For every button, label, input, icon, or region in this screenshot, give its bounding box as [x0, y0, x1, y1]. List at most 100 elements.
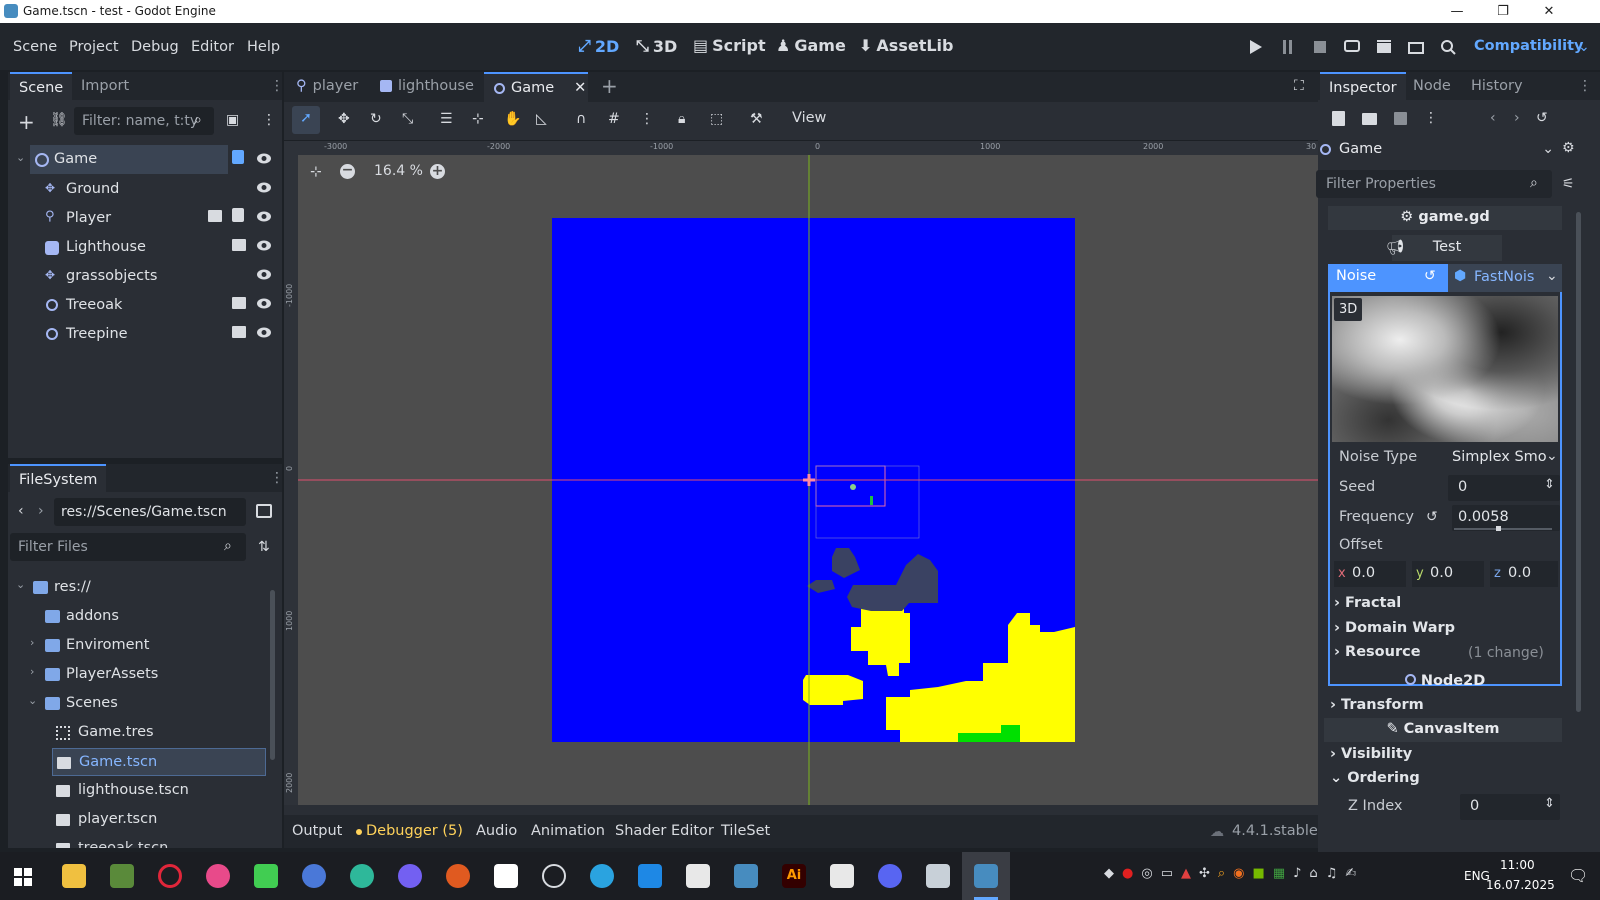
- visibility-eye-icon[interactable]: [256, 298, 272, 309]
- tray-app-icon[interactable]: ▲: [1181, 866, 1191, 881]
- node-settings-icon[interactable]: ⚙: [1562, 140, 1575, 156]
- 3d-preview-toggle[interactable]: 3D: [1334, 298, 1363, 321]
- movie-maker-icon[interactable]: [1438, 39, 1458, 55]
- scale-tool-icon[interactable]: ⤡: [402, 111, 413, 127]
- script-section-header[interactable]: ⚙ game.gd: [1328, 206, 1562, 230]
- tab-inspector[interactable]: Inspector: [1320, 72, 1406, 100]
- windows-start-icon[interactable]: [14, 868, 32, 886]
- scene-node-ground[interactable]: ✥ Ground: [40, 175, 278, 204]
- clock-date[interactable]: 16.07.2025: [1486, 878, 1555, 892]
- visibility-eye-icon[interactable]: [256, 211, 272, 222]
- smart-snap-icon[interactable]: ∩: [576, 111, 586, 127]
- filesystem-scrollbar[interactable]: [270, 590, 275, 760]
- tray-network-icon[interactable]: ✣: [1199, 866, 1210, 881]
- rotate-tool-icon[interactable]: ↻: [370, 111, 382, 127]
- editor-tab-player[interactable]: ⚲ player: [296, 78, 358, 94]
- workspace-game-button[interactable]: ♟ Game: [776, 36, 846, 55]
- new-tab-icon[interactable]: +: [601, 74, 618, 98]
- load-resource-icon[interactable]: [1362, 113, 1377, 125]
- transform-section[interactable]: › Transform: [1330, 697, 1424, 713]
- menu-help[interactable]: Help: [247, 39, 280, 55]
- visibility-eye-icon[interactable]: [256, 269, 272, 280]
- forward-arrow-icon[interactable]: ›: [38, 503, 44, 519]
- tray-search-icon[interactable]: ⌕: [1218, 866, 1225, 881]
- inspected-object-selector[interactable]: Game ⌄: [1318, 136, 1554, 162]
- seed-spinbox[interactable]: 0 ⇕: [1448, 475, 1560, 501]
- workspace-script-button[interactable]: ▤ Script: [693, 36, 766, 55]
- menu-editor[interactable]: Editor: [191, 39, 234, 55]
- editor-tab-game[interactable]: Game ✕: [484, 72, 588, 102]
- close-window-button[interactable]: ✕: [1526, 0, 1572, 23]
- burger-app-icon[interactable]: [446, 864, 470, 888]
- dock-menu-icon[interactable]: ⋮: [1578, 78, 1592, 94]
- revert-icon[interactable]: ↺: [1426, 509, 1438, 525]
- move-tool-icon[interactable]: ✥: [338, 111, 350, 127]
- dock-menu-icon[interactable]: ⋮: [270, 78, 284, 94]
- history-back-icon[interactable]: ‹: [1490, 110, 1496, 126]
- bottom-tab-debugger[interactable]: Debugger (5): [366, 823, 463, 839]
- visibility-eye-icon[interactable]: [256, 153, 272, 164]
- filter-properties-input[interactable]: Filter Properties ⌕: [1316, 170, 1552, 198]
- domain-warp-section[interactable]: › Domain Warp: [1334, 620, 1455, 636]
- tray-game-icon[interactable]: ◆: [1104, 866, 1114, 881]
- fs-folder-playerassets[interactable]: › PlayerAssets: [28, 661, 266, 689]
- z-index-spinbox[interactable]: 0 ⇕: [1460, 794, 1560, 820]
- back-arrow-icon[interactable]: ‹: [18, 503, 24, 519]
- inkscape-icon[interactable]: [686, 864, 710, 888]
- visibility-eye-icon[interactable]: [256, 182, 272, 193]
- update-spinner-icon[interactable]: ☁: [1210, 824, 1224, 840]
- fs-file-game-tres[interactable]: Game.tres: [52, 719, 266, 747]
- test-button[interactable]: 📢︎ Test: [1386, 235, 1502, 261]
- object-history-icon[interactable]: ↺: [1536, 110, 1548, 126]
- bottom-tab-shader-editor[interactable]: Shader Editor: [615, 823, 714, 839]
- minecraft-icon[interactable]: [110, 864, 134, 888]
- resource-options-icon[interactable]: ⋮: [1424, 110, 1438, 126]
- frequency-slider[interactable]: 0.0058: [1452, 505, 1560, 531]
- clock-time[interactable]: 11:00: [1500, 858, 1535, 872]
- restore-button[interactable]: ❐: [1480, 0, 1526, 23]
- fs-folder-res[interactable]: ⌄ res://: [16, 574, 266, 602]
- select-tool-icon[interactable]: ➚: [292, 106, 320, 134]
- inspector-options-icon[interactable]: ⚟: [1562, 176, 1575, 192]
- tray-nvidia-icon[interactable]: ■: [1253, 866, 1265, 881]
- grid-snap-icon[interactable]: #: [608, 111, 620, 127]
- qt-creator-icon[interactable]: [254, 864, 278, 888]
- menu-project[interactable]: Project: [69, 39, 119, 55]
- zoom-in-icon[interactable]: +: [430, 164, 445, 179]
- fs-file-treeoak-tscn[interactable]: treeoak.tscn: [52, 835, 266, 848]
- tray-store-icon[interactable]: ▦: [1273, 866, 1285, 881]
- open-scene-icon[interactable]: [208, 210, 222, 222]
- editor-tab-lighthouse[interactable]: lighthouse: [380, 78, 474, 94]
- bottom-tab-tileset[interactable]: TileSet: [721, 823, 770, 839]
- distraction-free-icon[interactable]: ⛶: [1294, 78, 1304, 94]
- file-explorer-icon[interactable]: [62, 864, 86, 888]
- pan-tool-icon[interactable]: ✋: [504, 111, 521, 127]
- lock-icon[interactable]: 🔒︎: [678, 111, 685, 127]
- noise-resource-picker[interactable]: ⬢ FastNois ⌄: [1448, 264, 1562, 292]
- tab-filesystem[interactable]: FileSystem: [10, 464, 107, 492]
- tab-scene[interactable]: Scene: [10, 72, 73, 100]
- save-resource-icon[interactable]: [1394, 112, 1407, 125]
- pivot-tool-icon[interactable]: ⊹: [472, 111, 484, 127]
- github-desktop-icon[interactable]: [350, 864, 374, 888]
- renderer-dropdown[interactable]: Compatibility: [1474, 38, 1583, 54]
- fs-file-player-tscn[interactable]: player.tscn: [52, 806, 266, 834]
- view-menu-button[interactable]: View: [792, 110, 826, 126]
- illustrator-icon[interactable]: Ai: [782, 864, 806, 888]
- instance-scene-icon[interactable]: ⛓: [50, 112, 68, 128]
- zoom-out-icon[interactable]: −: [340, 163, 355, 179]
- split-mode-icon[interactable]: [256, 504, 272, 518]
- group-icon[interactable]: ⬚: [710, 111, 723, 127]
- tray-blender-icon[interactable]: ◉: [1233, 866, 1244, 881]
- history-forward-icon[interactable]: ›: [1514, 110, 1520, 126]
- ruler-tool-icon[interactable]: ◺: [536, 111, 547, 127]
- offset-x-field[interactable]: x 0.0: [1334, 561, 1406, 587]
- fractal-section[interactable]: › Fractal: [1334, 595, 1401, 611]
- collapse-arrow-icon[interactable]: ⌄: [16, 151, 25, 164]
- list-select-icon[interactable]: ☰: [440, 111, 453, 127]
- snap-options-icon[interactable]: ⋮: [640, 111, 654, 127]
- open-scene-icon[interactable]: [232, 297, 246, 309]
- tray-wifi-icon[interactable]: ⌂: [1309, 866, 1317, 881]
- tab-node[interactable]: Node: [1404, 72, 1460, 100]
- scene-node-grassobjects[interactable]: ✥ grassobjects: [40, 262, 278, 291]
